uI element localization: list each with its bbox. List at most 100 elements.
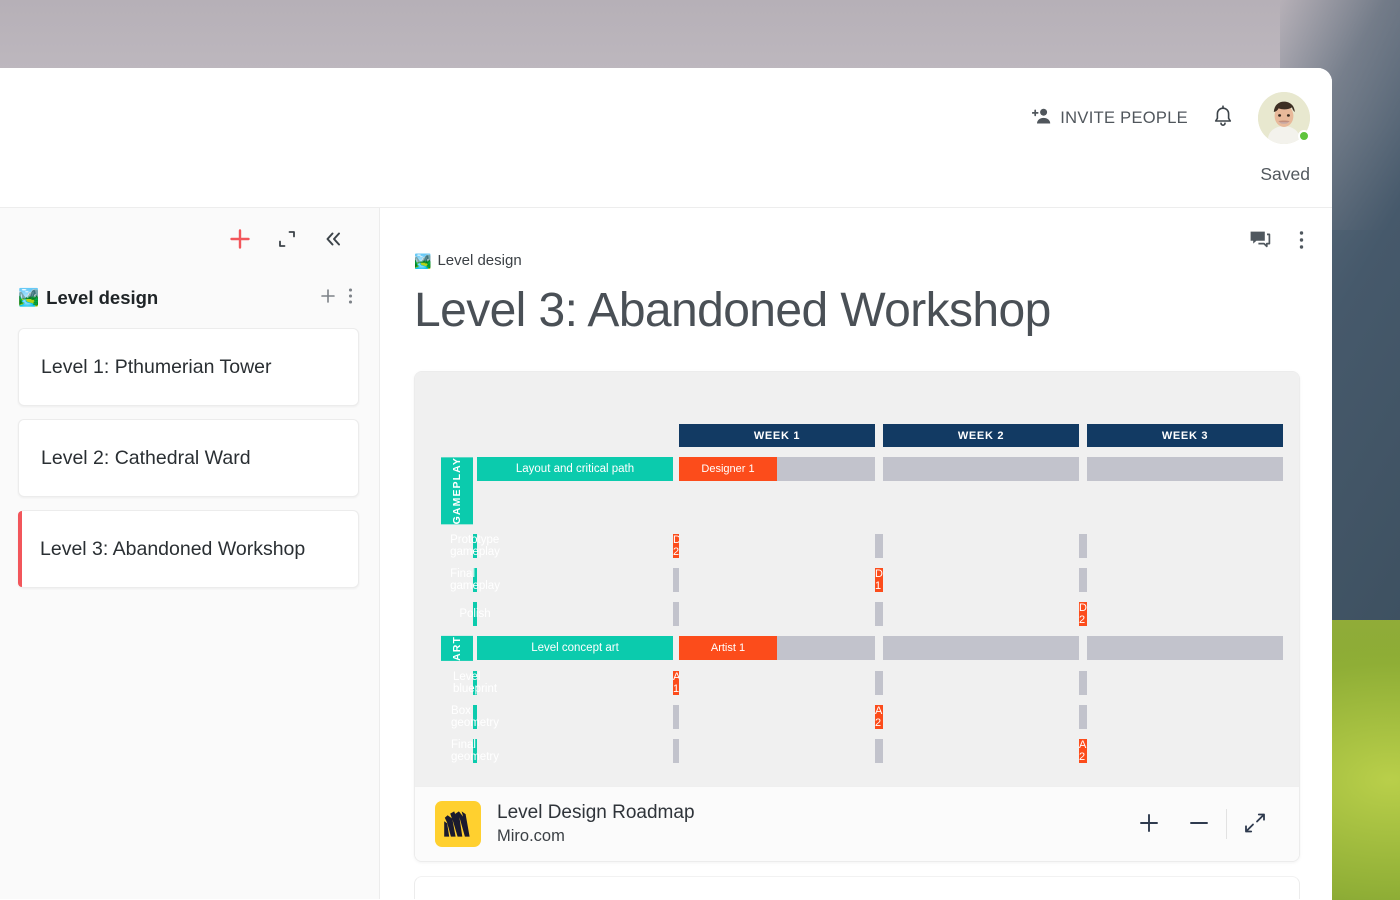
spacer [679, 534, 875, 558]
gantt-segment-empty [1185, 636, 1283, 660]
miro-logo [435, 801, 481, 847]
group-label-gameplay: GAMEPLAY [441, 457, 473, 524]
main-toolbar [1247, 228, 1306, 255]
plus-icon [320, 288, 336, 307]
bell-icon [1212, 105, 1234, 132]
sidebar: 🏞️ Level design [0, 208, 380, 899]
gantt-segment-assigned: Artist 1 [679, 636, 777, 660]
gantt-bar[interactable] [1087, 457, 1283, 481]
gantt-segment-empty [883, 457, 981, 481]
gantt-chart[interactable]: WEEK 1WEEK 2WEEK 3GAMEPLAYLayout and cri… [415, 372, 1299, 786]
spacer [477, 568, 673, 592]
spacer [679, 671, 875, 695]
gantt-bar[interactable] [1079, 534, 1087, 558]
more-options-button[interactable] [1297, 228, 1306, 255]
task-label: Layout and critical path [477, 457, 673, 481]
zoom-in-button[interactable] [1126, 806, 1172, 843]
gantt-segment-empty [1083, 568, 1087, 592]
gantt-bar[interactable]: Designer 1 [679, 457, 875, 481]
embed-card: WEEK 1WEEK 2WEEK 3GAMEPLAYLayout and cri… [414, 371, 1300, 862]
dots-vertical-icon [348, 287, 353, 308]
level-list: Level 1: Pthumerian Tower Level 2: Cathed… [0, 310, 379, 588]
gantt-bar[interactable] [875, 534, 883, 558]
zoom-out-button[interactable] [1176, 806, 1222, 843]
fullscreen-button[interactable] [1231, 805, 1279, 844]
spacer [1079, 457, 1087, 481]
gantt-bar[interactable]: Artist 2 [875, 705, 883, 729]
gantt-bar[interactable] [1079, 671, 1087, 695]
gantt-bar[interactable] [1087, 636, 1283, 660]
sidebar-item-level-1[interactable]: Level 1: Pthumerian Tower [18, 328, 359, 406]
saved-status: Saved [1260, 164, 1310, 185]
comments-button[interactable] [1247, 228, 1273, 255]
gantt-segment-empty [1083, 705, 1087, 729]
embed-actions [1126, 805, 1279, 844]
notifications-button[interactable] [1210, 103, 1236, 134]
sidebar-item-label: Level 3: Abandoned Workshop [40, 538, 305, 561]
project-emoji-icon: 🏞️ [18, 289, 39, 306]
invite-people-button[interactable]: INVITE PEOPLE [1032, 107, 1188, 130]
spacer [679, 705, 875, 729]
spacer [679, 602, 875, 626]
gantt-bar[interactable] [875, 739, 883, 763]
row-gap [441, 558, 1283, 568]
fullscreen-arrows-icon [1243, 811, 1267, 838]
top-bar-actions: INVITE PEOPLE [1032, 92, 1310, 144]
sidebar-toolbar [0, 208, 379, 255]
page-title: Level 3: Abandoned Workshop [414, 283, 1298, 338]
spacer [679, 568, 875, 592]
next-block-placeholder[interactable] [414, 876, 1300, 899]
avatar[interactable] [1258, 92, 1310, 144]
gantt-segment-assigned: Artist 2 [1079, 739, 1087, 763]
spacer [1079, 424, 1087, 447]
body-split: 🏞️ Level design [0, 208, 1332, 899]
app-window: INVITE PEOPLE [0, 68, 1332, 900]
embed-source: Miro.com [497, 827, 1110, 846]
minus-icon [1188, 812, 1210, 837]
spacer [875, 636, 883, 660]
project-more-button[interactable] [342, 285, 359, 310]
dots-vertical-icon [1299, 230, 1304, 253]
gantt-bar[interactable] [883, 636, 1079, 660]
gantt-segment-empty [981, 636, 1079, 660]
task-label: Level concept art [477, 636, 673, 660]
presence-online-dot [1298, 130, 1310, 142]
gantt-bar[interactable]: Designer 2 [1079, 602, 1087, 626]
spacer [477, 739, 673, 763]
gantt-bar[interactable] [1079, 705, 1087, 729]
gantt-bar[interactable]: Designer 1 [875, 568, 883, 592]
sidebar-item-level-2[interactable]: Level 2: Cathedral Ward [18, 419, 359, 497]
header-gap [441, 447, 1283, 457]
gantt-grid: WEEK 1WEEK 2WEEK 3GAMEPLAYLayout and cri… [441, 424, 1273, 763]
project-add-button[interactable] [314, 286, 342, 309]
breadcrumb[interactable]: 🏞️ Level design [414, 208, 1298, 269]
gantt-bar[interactable] [875, 602, 883, 626]
embed-footer: Level Design Roadmap Miro.com [415, 786, 1299, 861]
chevrons-left-icon [323, 229, 343, 252]
spacer [883, 568, 1079, 592]
collapse-sidebar-button[interactable] [321, 227, 345, 254]
gantt-segment-empty [1185, 457, 1283, 481]
gantt-segment-empty [777, 636, 875, 660]
comment-icon [1249, 230, 1271, 253]
spacer [441, 424, 679, 447]
gantt-bar[interactable]: Artist 2 [1079, 739, 1087, 763]
gantt-segment-assigned: Designer 2 [1079, 602, 1087, 626]
gantt-bar[interactable] [1079, 568, 1087, 592]
spacer [477, 705, 673, 729]
gantt-bar[interactable] [875, 671, 883, 695]
week-header-3: WEEK 3 [1087, 424, 1283, 447]
expand-button[interactable] [275, 227, 299, 254]
gantt-segment-empty [1087, 457, 1185, 481]
gantt-segment-empty [1083, 671, 1087, 695]
spacer [477, 602, 673, 626]
gantt-segment-empty [1083, 534, 1087, 558]
add-board-button[interactable] [227, 226, 253, 255]
sidebar-item-level-3[interactable]: Level 3: Abandoned Workshop [18, 510, 359, 588]
gantt-bar[interactable] [883, 457, 1079, 481]
gantt-bar[interactable]: Artist 1 [679, 636, 875, 660]
plus-icon [229, 228, 251, 253]
gantt-segment-empty [777, 457, 875, 481]
person-add-icon [1032, 107, 1052, 130]
plus-icon [1138, 812, 1160, 837]
